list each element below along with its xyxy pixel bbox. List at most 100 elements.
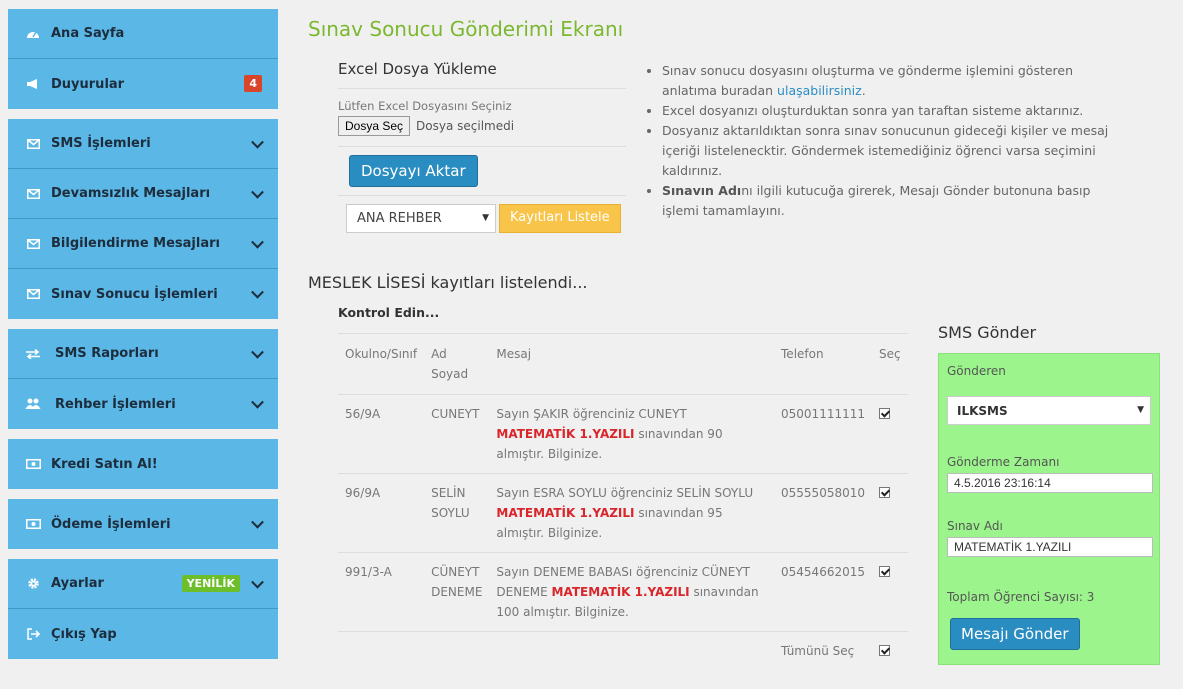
upload-heading: Excel Dosya Yükleme [338, 60, 626, 89]
sidebar-item-logout[interactable]: Çıkış Yap [8, 609, 278, 659]
notification-badge: 4 [244, 75, 262, 92]
money-icon [23, 519, 43, 529]
sidebar-group-payment: Ödeme İşlemleri [8, 499, 278, 549]
cell-name: CUNEYT [424, 394, 490, 474]
column-header: Seç [872, 333, 908, 395]
row-checkbox[interactable] [879, 408, 890, 419]
sidebar-item-label: Çıkış Yap [51, 626, 117, 642]
group-select[interactable]: ANA REHBER ▼ [346, 204, 496, 233]
column-header: Ad Soyad [424, 333, 490, 395]
file-status: Dosya seçilmedi [416, 119, 515, 133]
sms-send-panel: Gönderen ILKSMS ▼ Gönderme Zamanı Sınav … [938, 353, 1160, 665]
sidebar-group-settings: Ayarlar YENİLİK Çıkış Yap [8, 559, 278, 659]
sidebar-item-label: Kredi Satın Al! [51, 456, 158, 472]
instruction-text: Sınav sonucu dosyasını oluşturma ve gönd… [662, 63, 1074, 98]
instruction-bold: Sınavın Adı [662, 183, 742, 198]
sidebar-item-label: Sınav Sonucu İşlemleri [51, 286, 218, 302]
list-records-button[interactable]: Kayıtları Listele [499, 204, 621, 233]
empty-cell [489, 632, 774, 672]
message-text: Sayın ESRA SOYLU öğrenciniz SELİN SOYLU [496, 486, 754, 500]
row-checkbox[interactable] [879, 566, 890, 577]
dashboard-icon [23, 28, 43, 40]
sidebar-item-home[interactable]: Ana Sayfa [8, 9, 278, 59]
import-file-button[interactable]: Dosyayı Aktar [349, 155, 478, 187]
chevron-down-icon [251, 135, 264, 149]
cell-select [872, 394, 908, 474]
cell-okulno: 991/3-A [338, 552, 425, 632]
page-title: Sınav Sonucu Gönderimi Ekranı [308, 17, 624, 41]
table-row: 991/3-A CÜNEYT DENEME Sayın DENEME BABAS… [338, 552, 908, 632]
sidebar-group-home: Ana Sayfa Duyurular 4 [8, 9, 278, 109]
table-header: Okulno/Sınıf Ad Soyad Mesaj Telefon Seç [338, 333, 908, 395]
list-controls: ANA REHBER ▼ Kayıtları Listele [338, 204, 626, 233]
cell-okulno: 56/9A [338, 394, 425, 474]
sender-select[interactable]: ILKSMS ▼ [947, 396, 1151, 425]
cell-message: Sayın DENEME BABASı öğrenciniz CÜNEYT DE… [489, 552, 775, 632]
help-link[interactable]: ulaşabilirsiniz [777, 83, 862, 98]
sidebar-item-buy-credit[interactable]: Kredi Satın Al! [8, 439, 278, 489]
group-select-value: ANA REHBER [357, 211, 442, 226]
sidebar-item-sms-reports[interactable]: SMS Raporları [8, 329, 278, 379]
sidebar-item-label: SMS İşlemleri [51, 136, 151, 151]
sidebar-item-absence[interactable]: Devamsızlık Mesajları [8, 169, 278, 219]
total-students: Toplam Öğrenci Sayısı: 3 [947, 590, 1095, 604]
results-subtitle: Kontrol Edin... [338, 305, 440, 320]
message-text: Sayın ŞAKIR öğrenciniz CUNEYT [496, 407, 687, 421]
sidebar-item-contacts[interactable]: Rehber İşlemleri [8, 379, 278, 429]
money-icon [23, 459, 43, 469]
caret-down-icon: ▼ [482, 213, 489, 223]
empty-cell [424, 632, 489, 672]
exam-name-input[interactable] [947, 537, 1153, 557]
file-picker: Dosya Seç Dosya seçilmedi [338, 116, 626, 147]
empty-cell [338, 632, 424, 672]
cell-select [872, 473, 908, 553]
sidebar-item-announcements[interactable]: Duyurular 4 [8, 59, 278, 109]
chevron-down-icon [251, 185, 264, 199]
chevron-down-icon [251, 575, 264, 589]
send-message-button[interactable]: Mesajı Gönder [950, 618, 1080, 650]
sidebar-item-label: Duyurular [51, 76, 125, 92]
chevron-down-icon [251, 235, 264, 249]
sidebar-item-exam-results[interactable]: Sınav Sonucu İşlemleri [8, 269, 278, 319]
exam-name-highlight: MATEMATİK 1.YAZILI [551, 585, 690, 599]
choose-file-button[interactable]: Dosya Seç [338, 116, 411, 136]
sidebar-group-reports: SMS Raporları Rehber İşlemleri [8, 329, 278, 429]
sign-out-icon [23, 628, 43, 640]
instruction-item: Dosyanız aktarıldıktan sonra sınav sonuc… [662, 121, 1115, 181]
sidebar-item-payments[interactable]: Ödeme İşlemleri [8, 499, 278, 549]
chevron-down-icon [251, 395, 264, 409]
caret-down-icon: ▼ [1137, 405, 1144, 415]
instruction-list: Sınav sonucu dosyasını oluşturma ve gönd… [645, 61, 1115, 221]
sidebar-item-info-messages[interactable]: Bilgilendirme Mesajları [8, 219, 278, 269]
sidebar-item-label: Ödeme İşlemleri [51, 516, 171, 532]
sidebar-item-label: Ana Sayfa [51, 26, 125, 41]
new-badge: YENİLİK [181, 575, 240, 592]
sidebar-item-settings[interactable]: Ayarlar YENİLİK [8, 559, 278, 609]
exam-name-highlight: MATEMATİK 1.YAZILI [496, 506, 635, 520]
column-header: Mesaj [489, 333, 775, 395]
envelope-icon [23, 138, 43, 149]
table-footer-row: Tümünü Seç [338, 632, 908, 672]
cell-okulno: 96/9A [338, 473, 425, 553]
sidebar-item-label: Devamsızlık Mesajları [51, 186, 211, 201]
sms-panel-title: SMS Gönder [938, 323, 1037, 342]
column-header: Telefon [774, 333, 872, 395]
cell-name: SELİN SOYLU [424, 473, 490, 553]
instruction-item: Sınav sonucu dosyasını oluşturma ve gönd… [662, 61, 1115, 101]
gear-icon [23, 577, 43, 590]
import-row: Dosyayı Aktar [338, 155, 626, 196]
sidebar-item-label: SMS Raporları [55, 346, 159, 361]
sidebar-item-sms[interactable]: SMS İşlemleri [8, 119, 278, 169]
send-time-label: Gönderme Zamanı [947, 455, 1060, 469]
results-table: Okulno/Sınıf Ad Soyad Mesaj Telefon Seç … [338, 333, 908, 671]
instruction-item: Sınavın Adını ilgili kutucuğa girerek, M… [662, 181, 1115, 221]
envelope-icon [23, 188, 43, 199]
results-title: MESLEK LİSESİ kayıtları listelendi... [308, 273, 588, 292]
select-all-checkbox[interactable] [879, 645, 890, 656]
exam-name-label: Sınav Adı [947, 519, 1003, 533]
sender-select-value: ILKSMS [957, 404, 1008, 418]
send-time-input[interactable] [947, 473, 1153, 493]
row-checkbox[interactable] [879, 487, 890, 498]
sidebar-item-label: Ayarlar [51, 576, 104, 591]
users-icon [23, 398, 43, 410]
